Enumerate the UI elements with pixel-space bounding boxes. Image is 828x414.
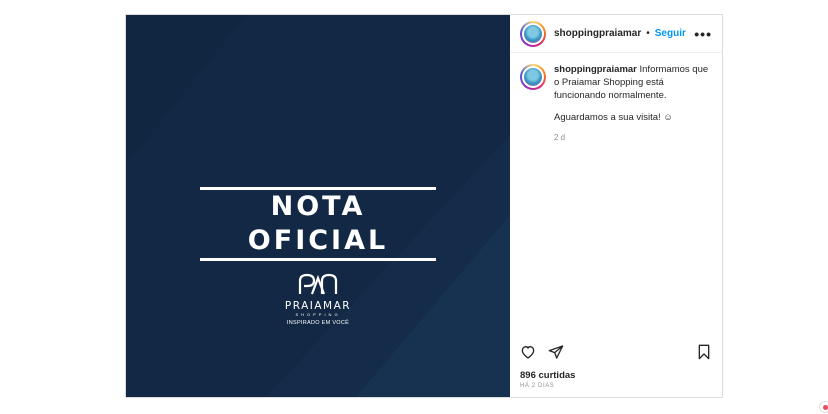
header-separator: • xyxy=(646,28,650,39)
send-icon[interactable] xyxy=(548,344,564,360)
header-username[interactable]: shoppingpraiamar xyxy=(554,28,641,39)
logo-tagline: INSPIRADO EM VOCÊ xyxy=(286,320,350,326)
caption-text-2: Aguardamos a sua visita! ☺ xyxy=(554,112,674,123)
logo-subbrand: SHOPPING xyxy=(295,312,341,317)
praiamar-logo-mark xyxy=(298,273,338,295)
caption-avatar[interactable] xyxy=(520,64,546,90)
headline-bottom-rule xyxy=(200,258,436,261)
heart-icon[interactable] xyxy=(520,344,536,360)
follow-button[interactable]: Seguir xyxy=(655,28,686,39)
logo-brand: PRAIAMAR xyxy=(284,300,352,312)
post-timestamp: HÁ 2 DIAS xyxy=(520,383,555,389)
caption-text-block: shoppingpraiamar Informamos que o Praiam… xyxy=(554,63,712,144)
more-options-icon[interactable]: ••• xyxy=(694,26,712,42)
post-image[interactable]: NOTA OFICIAL PRAIAMAR SHOPPING INSPIRADO… xyxy=(126,15,510,397)
bookmark-icon[interactable] xyxy=(696,344,712,360)
caption-username[interactable]: shoppingpraiamar xyxy=(554,64,637,75)
headline-text: NOTA OFICIAL xyxy=(247,191,389,256)
likes-count[interactable]: 896 curtidas xyxy=(520,370,575,381)
post-caption: shoppingpraiamar Informamos que o Praiam… xyxy=(520,63,712,144)
headline: NOTA OFICIAL xyxy=(200,187,436,261)
action-bar xyxy=(510,341,722,363)
notification-badge-icon[interactable] xyxy=(819,401,828,413)
page: NOTA OFICIAL PRAIAMAR SHOPPING INSPIRADO… xyxy=(0,0,828,414)
instagram-post: NOTA OFICIAL PRAIAMAR SHOPPING INSPIRADO… xyxy=(125,14,723,398)
avatar[interactable] xyxy=(520,20,546,47)
caption-age: 2 d xyxy=(554,133,566,142)
post-sidebar: shoppingpraiamar • Seguir ••• shoppingpr… xyxy=(510,15,722,397)
post-header: shoppingpraiamar • Seguir ••• xyxy=(510,15,722,53)
praiamar-logo: PRAIAMAR SHOPPING INSPIRADO EM VOCÊ xyxy=(276,273,360,327)
